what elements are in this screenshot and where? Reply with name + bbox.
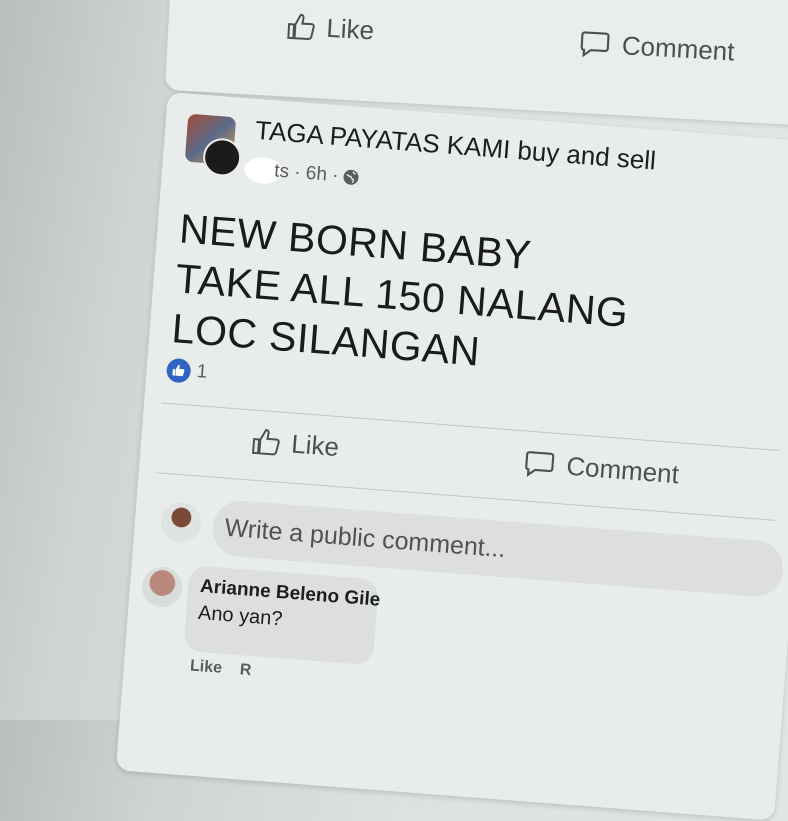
like-reaction-icon <box>165 357 192 384</box>
like-button[interactable]: Like <box>250 425 340 463</box>
reaction-count: 1 <box>195 361 208 383</box>
commenter-avatar[interactable] <box>140 565 184 609</box>
previous-like-label: Like <box>325 12 375 46</box>
previous-like-button[interactable]: Like <box>286 11 375 47</box>
globe-icon <box>342 168 361 187</box>
comment-like-button[interactable]: Like <box>189 657 222 677</box>
previous-comment-label: Comment <box>621 29 736 67</box>
post-meta-text: ts · 6h · <box>273 160 340 187</box>
post-meta: ts · 6h · <box>273 160 361 189</box>
poster-avatar[interactable] <box>201 136 243 178</box>
thumbs-up-icon <box>286 11 318 43</box>
thumbs-up-icon <box>250 426 282 458</box>
previous-comment-button[interactable]: Comment <box>577 27 735 68</box>
like-label: Like <box>290 428 341 463</box>
comment-placeholder: Write a public comment... <box>223 513 507 563</box>
comment-actions: Like R <box>189 657 252 680</box>
comment-bubble-icon <box>577 27 613 61</box>
comment-bubble: Arianne Beleno Gile Ano yan? <box>183 565 381 666</box>
current-user-avatar <box>159 500 203 544</box>
comment-bubble-icon <box>521 446 557 481</box>
post-body: NEW BORN BABY TAKE ALL 150 NALANG LOC SI… <box>170 205 631 375</box>
reaction-summary[interactable]: 1 <box>165 357 208 385</box>
comment-button[interactable]: Comment <box>521 446 680 490</box>
screen-photo: Like Comment TAGA PAYATAS KAMI buy and s… <box>0 0 788 821</box>
comment-reply-button[interactable]: R <box>239 661 252 680</box>
comment-label: Comment <box>565 450 681 489</box>
post-card: TAGA PAYATAS KAMI buy and sell ts · 6h ·… <box>115 92 788 821</box>
